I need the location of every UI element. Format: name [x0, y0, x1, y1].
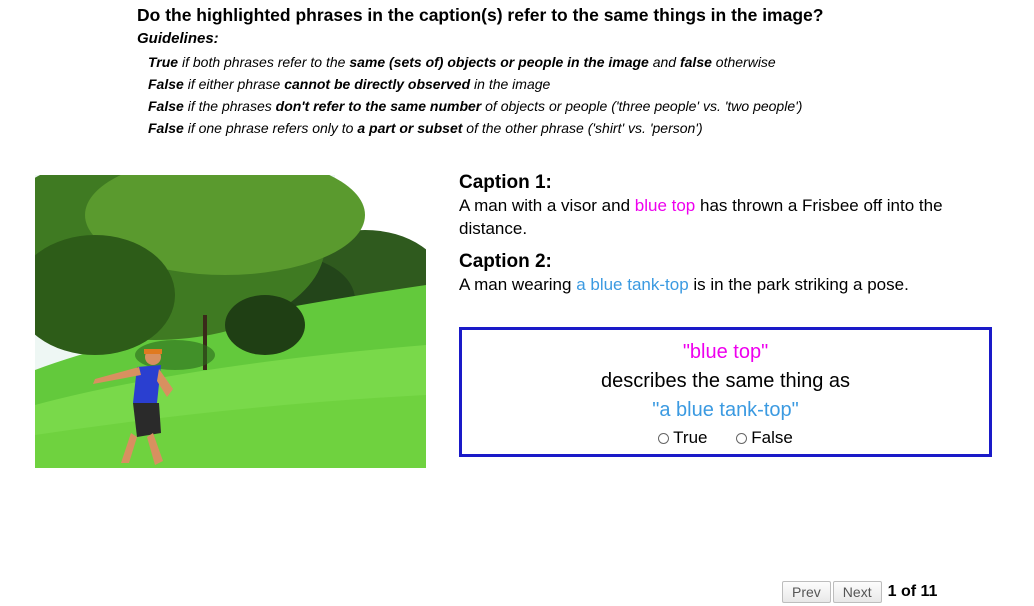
option-true[interactable]: True: [658, 427, 708, 449]
guideline-rule: False if one phrase refers only to a par…: [148, 117, 1017, 139]
radio-false[interactable]: [736, 432, 748, 444]
caption-text: A man with a visor and: [459, 196, 635, 215]
rule-text: and: [648, 54, 680, 70]
photo-illustration: [35, 175, 426, 468]
rule-text: otherwise: [711, 54, 776, 70]
rule-lead: True: [148, 54, 179, 70]
rule-text: in the image: [470, 76, 551, 92]
rule-emphasis: don't refer to the same number: [275, 98, 482, 114]
guideline-rule: False if the phrases don't refer to the …: [148, 95, 1017, 117]
rule-text: if the phrases: [183, 98, 276, 114]
radio-true[interactable]: [658, 432, 670, 444]
pager: Prev Next 1 of 11: [782, 581, 937, 603]
rule-lead: False: [148, 120, 184, 136]
park-photo: [35, 175, 426, 468]
option-false-label: False: [751, 428, 793, 447]
caption-text: is in the park striking a pose.: [688, 275, 909, 294]
captions-panel: Caption 1: A man with a visor and blue t…: [459, 171, 999, 306]
guideline-rule: False if either phrase cannot be directl…: [148, 73, 1017, 95]
answer-phrase-2: "a blue tank-top": [652, 399, 799, 421]
question-title: Do the highlighted phrases in the captio…: [137, 5, 824, 25]
highlighted-phrase-1: blue top: [634, 196, 696, 215]
guidelines-list: True if both phrases refer to the same (…: [137, 51, 1017, 139]
caption-1-text: A man with a visor and blue top has thro…: [459, 194, 999, 240]
caption-2-title: Caption 2:: [459, 251, 552, 272]
rule-emphasis: same (sets of) objects or people in the …: [349, 54, 649, 70]
option-false[interactable]: False: [736, 427, 793, 449]
answer-options: True False: [462, 427, 989, 450]
rule-emphasis: cannot be directly observed: [284, 76, 471, 92]
answer-question-text: describes the same thing as: [600, 370, 851, 392]
answer-box: "blue top" describes the same thing as "…: [459, 327, 992, 457]
rule-emphasis: a part or subset: [357, 120, 463, 136]
option-true-label: True: [673, 428, 708, 447]
guidelines-title: Guidelines:: [137, 30, 219, 47]
highlighted-phrase-2: a blue tank-top: [576, 275, 689, 294]
next-button[interactable]: Next: [832, 581, 882, 603]
rule-text: if one phrase refers only to: [183, 120, 358, 136]
caption-2-text: A man wearing a blue tank-top is in the …: [459, 273, 999, 296]
rule-lead: False: [148, 76, 184, 92]
page-counter: 1 of 11: [887, 583, 938, 600]
rule-text: if both phrases refer to the: [178, 54, 350, 70]
caption-text: A man wearing: [459, 275, 577, 294]
answer-phrase-1: "blue top": [682, 341, 769, 363]
guideline-rule: True if both phrases refer to the same (…: [148, 51, 1017, 73]
rule-text: of objects or people ('three people' vs.…: [481, 98, 803, 114]
rule-lead: False: [148, 98, 184, 114]
rule-text: of the other phrase ('shirt' vs. 'person…: [462, 120, 703, 136]
rule-text: if either phrase: [183, 76, 285, 92]
rule-emphasis: false: [679, 54, 712, 70]
caption-1-title: Caption 1:: [459, 172, 552, 193]
prev-button[interactable]: Prev: [782, 581, 831, 603]
instructions-header: Do the highlighted phrases in the captio…: [137, 5, 1017, 139]
